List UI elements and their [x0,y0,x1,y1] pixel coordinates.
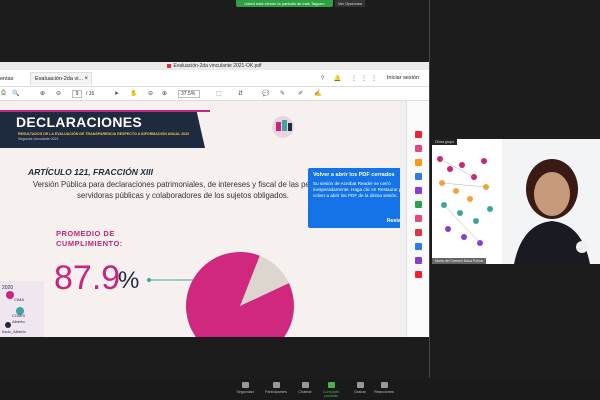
page-total: / 16 [86,91,95,97]
participant-video[interactable] [502,139,600,264]
zoom-level-select[interactable]: 37.5% [178,90,200,98]
participant-name-label: Maria del Carmen Nava Polina [432,258,486,264]
slide-subtitle-2: Segunda vinculante 2021 [18,137,59,141]
pen-icon[interactable]: ✎ [280,90,285,97]
protect-icon[interactable] [415,243,422,250]
shared-acrobat-window: Evaluación-2da vinculante 2021-OK.pdf en… [0,62,429,337]
article-heading: ARTÍCULO 121, FRACCIÓN XIII [28,167,153,177]
zoom-out-icon[interactable]: ⊖ [148,90,153,97]
acrobat-toolbar: ⎙ 🔍 ⊕ ⊖ 9 / 16 ➤ ✋ ⊖ ⊕ 37.5% ⬚ ⇵ 💬 ✎ ✐ ✍ [0,87,429,101]
highlight-icon[interactable]: ✐ [298,90,303,97]
security-button[interactable]: Seguridad [230,382,260,394]
acrobat-menubar: entas Evaluación-2da vi... × ? 🔔 ⋮⋮⋮ Ini… [0,70,429,87]
shield-icon [241,382,249,388]
edit-pdf-icon[interactable] [415,173,422,180]
combine-files-icon[interactable] [415,187,422,194]
slide-title: DECLARACIONES [16,114,143,130]
thumbnail-tag: Clima grupo [432,139,457,145]
compare-icon[interactable] [415,257,422,264]
participant-avatar [502,139,600,264]
screen-share-banner: Usted está viendo la pantalla de Irais T… [236,0,333,7]
participants-button[interactable]: Participantes [261,382,291,394]
close-tab-icon[interactable]: × [84,73,88,85]
window-title: Evaluación-2da vinculante 2021-OK.pdf [173,63,262,69]
fill-sign-icon[interactable] [415,215,422,222]
reactions-icon [380,382,388,388]
left-decoration: 2020 CIMA COMIS Alberto ñado_Alberto [0,281,44,337]
record-icon [356,382,364,388]
header-stripe [0,110,210,112]
deco-text-4: Alberto [12,319,25,324]
compliance-pie-chart [186,252,294,337]
help-notifications-icons[interactable]: ? 🔔 ⋮⋮⋮ [321,75,381,82]
article-description: Versión Pública para declaraciones patri… [32,180,334,200]
compliance-percentage: 87.9 [54,259,121,297]
popup-title: Volver a abrir los PDF cerrados [313,172,395,178]
panel-separator [429,0,430,400]
print-icon[interactable]: ⎙ [1,90,6,97]
pie-compliance-slice [186,252,294,337]
hand-tool-icon[interactable]: ✋ [130,90,137,97]
deco-text-3: COMIS [12,313,25,318]
popup-body: Su sesión de Acrobat Reader se cerró ine… [313,181,409,198]
page-down-icon[interactable]: ⊖ [56,90,61,97]
chat-icon [301,382,309,388]
shared-diagram-thumbnail [432,139,502,264]
promedio-line1: PROMEDIO DE [56,229,115,238]
deco-text-1: 2020 [2,285,13,291]
sign-icon[interactable]: ✍ [314,90,321,97]
sign-in-link[interactable]: Iniciar sesión [387,75,419,81]
zoom-meeting-window: Usted está viendo la pantalla de Irais T… [0,0,600,400]
share-screen-icon [327,382,335,388]
institution-logo [272,116,294,138]
comment-icon[interactable]: 💬 [262,90,269,97]
redact-icon[interactable] [415,229,422,236]
participants-icon [272,382,280,388]
create-pdf-icon[interactable] [415,145,422,152]
share-screen-button[interactable]: Compartir pantalla [316,382,346,398]
window-titlebar: Evaluación-2da vinculante 2021-OK.pdf [0,62,429,70]
page-up-icon[interactable]: ⊕ [40,90,45,97]
promedio-label: PROMEDIO DE CUMPLIMIENTO: [56,229,123,249]
document-tab-label: Evaluación-2da vi... [35,76,83,82]
zoom-in-icon[interactable]: ⊕ [162,90,167,97]
search-icon[interactable]: 🔍 [12,90,19,97]
deco-text-5: ñado_Alberto [2,329,27,334]
document-tab[interactable]: Evaluación-2da vi... × [30,72,92,85]
export-pdf-icon[interactable] [415,131,422,138]
right-tools-panel [406,101,429,337]
pdf-icon [167,63,172,68]
slide-subtitle: RESULTADOS DE LA EVALUACIÓN DE TRANSPARE… [18,132,190,136]
page-number-input[interactable]: 9 [72,90,82,98]
fit-page-icon[interactable]: ⬚ [216,90,222,97]
select-cursor-icon[interactable]: ➤ [114,90,119,97]
tools-menu[interactable]: entas [0,76,13,82]
scroll-mode-icon[interactable]: ⇵ [238,90,243,97]
more-tools-icon[interactable] [415,271,422,278]
meeting-controls-bar: Seguridad Participantes Chatear Comparti… [0,378,600,400]
deco-text-2: CIMA [14,297,24,302]
promedio-line2: CUMPLIMIENTO: [56,239,123,248]
reactions-button[interactable]: Reacciones [369,382,399,394]
organize-pages-icon[interactable] [415,201,422,208]
view-options-button[interactable]: Ver Opciones [335,0,365,7]
percent-sign: % [118,267,140,294]
comment-tool-icon[interactable] [415,159,422,166]
